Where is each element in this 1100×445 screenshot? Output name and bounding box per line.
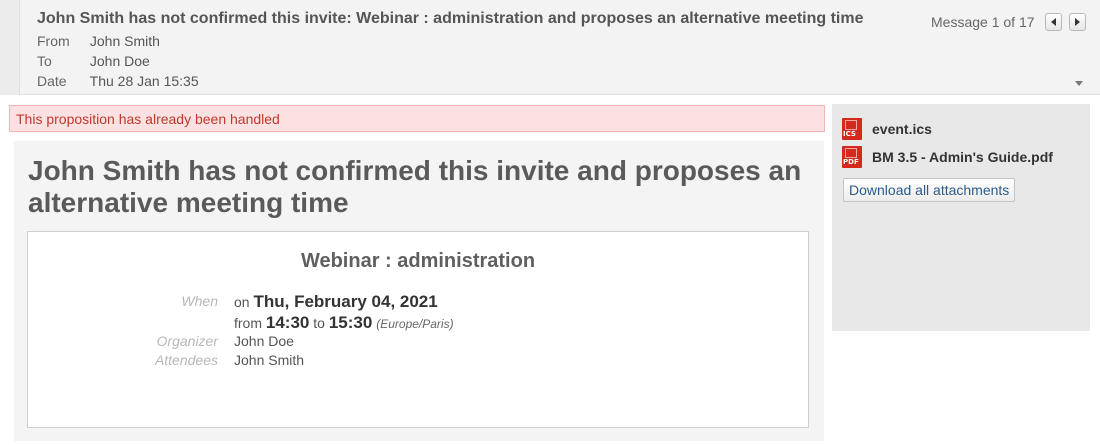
- attendees-value: John Smith: [234, 352, 305, 368]
- message-subject: John Smith has not confirmed this invite…: [37, 10, 864, 27]
- from-word: from: [234, 315, 262, 331]
- from-value[interactable]: John Smith: [90, 33, 160, 49]
- chevron-down-icon[interactable]: [1075, 81, 1083, 86]
- event-time-line: from 14:30 to 15:30 (Europe/Paris): [234, 313, 454, 333]
- invite-panel: John Smith has not confirmed this invite…: [14, 141, 824, 441]
- event-date: Thu, February 04, 2021: [253, 292, 438, 311]
- when-label: When: [181, 293, 218, 309]
- event-card: Webinar : administration When on Thu, Fe…: [27, 231, 809, 428]
- pdf-file-icon: PDF: [842, 146, 862, 168]
- event-date-line: on Thu, February 04, 2021: [234, 292, 438, 312]
- triangle-right-icon: [1075, 18, 1080, 26]
- on-word: on: [234, 294, 250, 310]
- attachments-panel: ICS event.ics PDF BM 3.5 - Admin's Guide…: [832, 104, 1090, 331]
- invite-title: John Smith has not confirmed this invite…: [28, 155, 802, 218]
- message-counter: Message 1 of 17: [931, 14, 1035, 30]
- handled-alert: This proposition has already been handle…: [9, 105, 825, 132]
- to-row: To John Doe: [37, 53, 150, 69]
- attachment-pdf[interactable]: PDF BM 3.5 - Admin's Guide.pdf: [842, 146, 1053, 168]
- event-start-time: 14:30: [265, 313, 310, 332]
- organizer-value: John Doe: [234, 333, 294, 349]
- download-all-button[interactable]: Download all attachments: [843, 178, 1016, 202]
- previous-message-button[interactable]: [1045, 13, 1062, 31]
- event-title: Webinar : administration: [300, 250, 536, 272]
- event-end-time: 15:30: [328, 313, 373, 332]
- to-value[interactable]: John Doe: [90, 53, 150, 69]
- organizer-label: Organizer: [156, 333, 218, 349]
- attachment-name[interactable]: event.ics: [872, 121, 932, 137]
- header-left-bar: [0, 0, 20, 95]
- from-label: From: [37, 33, 70, 49]
- event-timezone: (Europe/Paris): [376, 317, 454, 331]
- date-row: Date Thu 28 Jan 15:35: [37, 73, 199, 89]
- attendees-label: Attendees: [154, 352, 218, 368]
- to-word: to: [313, 315, 325, 331]
- attachment-ics[interactable]: ICS event.ics: [842, 118, 932, 140]
- message-header: John Smith has not confirmed this invite…: [0, 0, 1100, 95]
- next-message-button[interactable]: [1069, 13, 1086, 31]
- ics-file-icon: ICS: [842, 118, 862, 140]
- date-label: Date: [37, 73, 67, 89]
- to-label: To: [37, 53, 52, 69]
- attachment-name[interactable]: BM 3.5 - Admin's Guide.pdf: [872, 149, 1053, 165]
- date-value: Thu 28 Jan 15:35: [89, 73, 199, 89]
- triangle-left-icon: [1051, 18, 1056, 26]
- from-row: From John Smith: [37, 33, 160, 49]
